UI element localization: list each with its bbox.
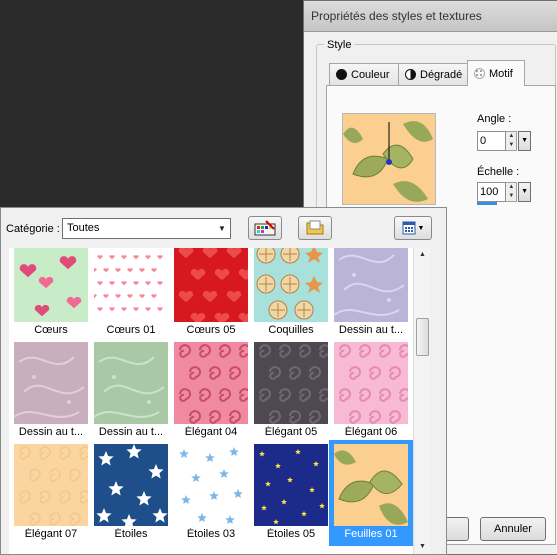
pattern-tile[interactable]: Élégant 06 [331, 340, 411, 442]
angle-label: Angle : [477, 113, 512, 125]
pattern-tile[interactable]: Cœurs 01 [91, 248, 171, 340]
category-label: Catégorie : [6, 223, 60, 235]
pattern-swatch [14, 444, 88, 526]
tab-motif-label: Motif [489, 67, 513, 80]
pattern-swatch [174, 248, 248, 322]
pattern-tile[interactable]: Cœurs 05 [171, 248, 251, 340]
chevron-down-icon[interactable]: ▼ [214, 219, 230, 238]
pattern-swatch [14, 342, 88, 424]
pattern-tile-label: Étoiles [114, 528, 148, 540]
palette-settings-icon [254, 220, 276, 236]
pattern-swatch [94, 342, 168, 424]
angle-dropdown-button[interactable]: ▼ [518, 131, 531, 151]
pattern-swatch [14, 248, 88, 322]
pattern-picker-popup: Catégorie : Toutes ▼ ▼ Cœurs Cœurs 01 Cœur… [0, 207, 447, 555]
pattern-tile-label: Cœurs [34, 324, 68, 336]
view-options-icon [402, 221, 416, 235]
scale-dropdown-button[interactable]: ▼ [518, 182, 531, 202]
view-options-button[interactable]: ▼ [394, 216, 432, 240]
angle-spin-arrows[interactable]: ▲ ▼ [506, 131, 518, 151]
pattern-tile-label: Élégant 05 [264, 426, 318, 438]
pattern-swatch [334, 444, 408, 526]
scroll-down-icon[interactable]: ▼ [414, 540, 431, 554]
pattern-icon [474, 68, 485, 79]
scale-slider-bar[interactable] [477, 202, 497, 205]
pattern-tile-label: Cœurs 05 [186, 324, 236, 336]
pattern-tile[interactable]: Étoiles 03 [171, 442, 251, 544]
pattern-tile[interactable]: Étoiles 05 [251, 442, 331, 544]
pattern-tile-label: Coquilles [268, 324, 314, 336]
scale-value[interactable]: 100 [477, 182, 507, 202]
spin-down-icon[interactable]: ▼ [506, 192, 516, 201]
pattern-grid: Cœurs Cœurs 01 Cœurs 05 Coquilles Dessin au … [9, 248, 413, 554]
tab-degrade[interactable]: Dégradé [398, 63, 468, 85]
cancel-button[interactable]: Annuler [480, 517, 546, 541]
folder-icon [306, 220, 324, 235]
gradient-circle-icon [405, 69, 416, 80]
open-folder-button[interactable] [298, 216, 332, 240]
pattern-tile-label: Dessin au t... [18, 426, 84, 438]
pattern-swatch [174, 444, 248, 526]
pattern-tile-label: Dessin au t... [98, 426, 164, 438]
angle-value[interactable]: 0 [477, 131, 507, 151]
palette-settings-button[interactable] [248, 216, 282, 240]
pattern-tile[interactable]: Élégant 04 [171, 340, 251, 442]
pattern-swatch [254, 342, 328, 424]
pattern-tile-label: Feuilles 01 [344, 528, 398, 540]
pattern-swatch [254, 444, 328, 526]
style-group-label: Style [324, 39, 355, 51]
pattern-tile-label: Cœurs 01 [106, 324, 156, 336]
pattern-swatch [334, 248, 408, 322]
pattern-swatch [334, 342, 408, 424]
spin-down-icon[interactable]: ▼ [506, 141, 516, 150]
pattern-tile-label: Étoiles 05 [266, 528, 316, 540]
vertical-scrollbar[interactable]: ▲ ▼ [413, 248, 430, 554]
pattern-swatch [254, 248, 328, 322]
pattern-tile[interactable]: Élégant 07 [11, 442, 91, 544]
pattern-tile-label: Étoiles 03 [186, 528, 236, 540]
tab-couleur[interactable]: Couleur [329, 63, 399, 85]
scroll-thumb[interactable] [416, 318, 429, 356]
solid-circle-icon [336, 69, 347, 80]
category-select[interactable]: Toutes ▼ [62, 218, 231, 239]
pattern-tile[interactable]: Dessin au t... [11, 340, 91, 442]
category-value: Toutes [67, 222, 100, 234]
pattern-swatch [174, 342, 248, 424]
tab-couleur-label: Couleur [351, 68, 390, 81]
pattern-tile-label: Élégant 07 [24, 528, 78, 540]
scroll-up-icon[interactable]: ▲ [414, 248, 431, 262]
spin-up-icon[interactable]: ▲ [506, 183, 516, 192]
pattern-tile-label: Dessin au t... [338, 324, 404, 336]
pattern-tile[interactable]: Dessin au t... [331, 248, 411, 340]
ok-button[interactable] [444, 517, 469, 541]
pattern-swatch [94, 248, 168, 322]
dialog-title: Propriétés des styles et textures [304, 1, 557, 32]
pattern-tile[interactable]: Élégant 05 [251, 340, 331, 442]
pattern-tile[interactable]: Étoiles [91, 442, 171, 544]
scale-label: Échelle : [477, 166, 520, 178]
scale-spin-arrows[interactable]: ▲ ▼ [506, 182, 518, 202]
pattern-tile-label: Élégant 06 [344, 426, 398, 438]
tab-degrade-label: Dégradé [420, 68, 463, 81]
angle-spinner[interactable]: 0 ▲ ▼ ▼ [477, 131, 531, 151]
pattern-tile[interactable]: Coquilles [251, 248, 331, 340]
pattern-swatch [94, 444, 168, 526]
pattern-tile[interactable]: Dessin au t... [91, 340, 171, 442]
spin-up-icon[interactable]: ▲ [506, 132, 516, 141]
pattern-preview[interactable] [342, 113, 436, 205]
tab-motif[interactable]: Motif [467, 60, 525, 86]
pattern-tile[interactable]: Cœurs [11, 248, 91, 340]
pattern-tile[interactable]: Feuilles 01 [329, 440, 413, 546]
pattern-tile-label: Élégant 04 [184, 426, 238, 438]
chevron-down-icon: ▼ [417, 224, 425, 232]
scale-spinner[interactable]: 100 ▲ ▼ ▼ [477, 182, 531, 202]
